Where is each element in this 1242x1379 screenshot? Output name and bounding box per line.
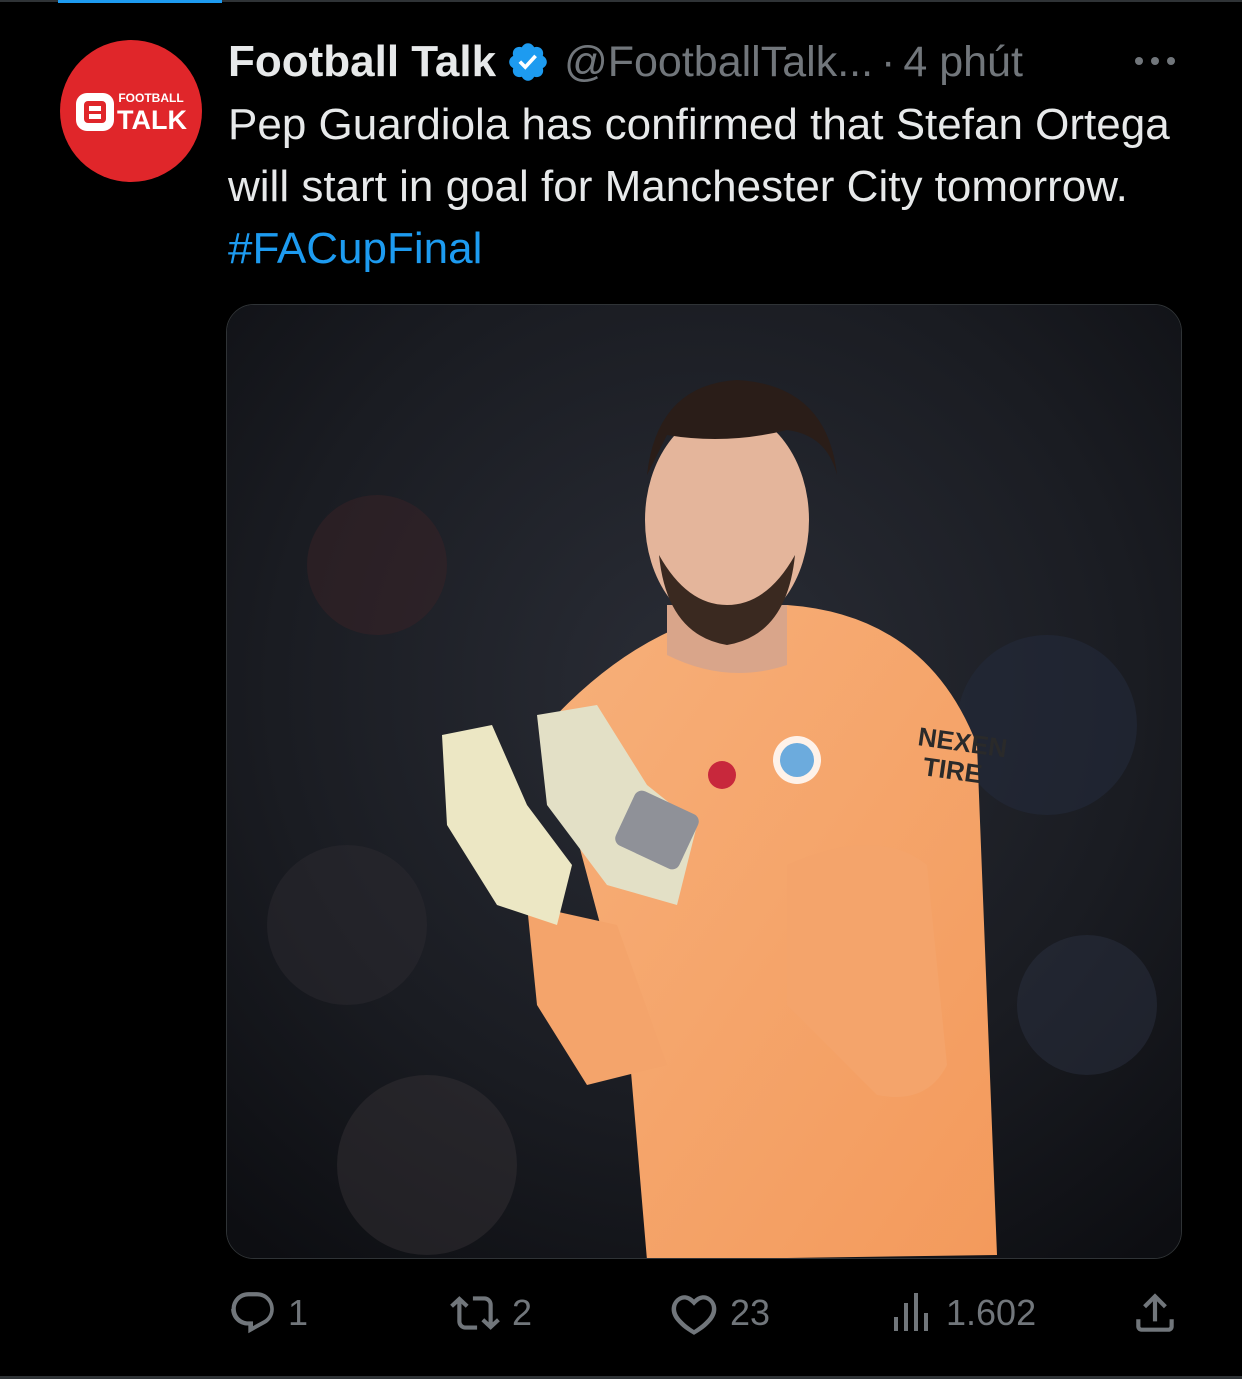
logo-large-text: TALK [117, 105, 187, 135]
tweet-header: Football Talk @FootballTalk... · 4 phút [228, 30, 1023, 94]
tweet-body: Pep Guardiola has confirmed that Stefan … [228, 100, 1170, 211]
reply-icon [228, 1288, 278, 1338]
views-button[interactable]: 1.602 [892, 1283, 1036, 1343]
repost-button[interactable]: 2 [448, 1283, 532, 1343]
hashtag-link[interactable]: #FACupFinal [228, 224, 482, 273]
repost-icon [448, 1288, 502, 1338]
active-tab-indicator [58, 0, 222, 3]
like-count: 23 [730, 1292, 771, 1333]
football-talk-logo: FOOTBALL TALK [76, 91, 187, 135]
share-icon [1130, 1288, 1180, 1338]
more-options-icon[interactable] [1132, 46, 1178, 76]
timestamp[interactable]: 4 phút [903, 38, 1023, 87]
separator: · [881, 37, 896, 86]
views-icon [892, 1288, 936, 1338]
tweet-actions-bar: 1 2 23 1.602 [228, 1283, 1180, 1343]
author-handle[interactable]: @FootballTalk... [564, 38, 873, 87]
like-icon [668, 1288, 720, 1338]
tweet-text: Pep Guardiola has confirmed that Stefan … [228, 94, 1188, 280]
logo-small-text: FOOTBALL [118, 91, 183, 105]
reply-button[interactable]: 1 [228, 1283, 308, 1343]
verified-badge-icon [506, 40, 550, 84]
share-button[interactable] [1130, 1283, 1180, 1343]
author-name[interactable]: Football Talk [228, 37, 496, 87]
tweet-media-image[interactable]: NEXEN TIRE [226, 304, 1182, 1259]
repost-count: 2 [512, 1292, 533, 1333]
like-button[interactable]: 23 [668, 1283, 770, 1343]
avatar[interactable]: FOOTBALL TALK [60, 40, 202, 182]
views-count: 1.602 [946, 1292, 1037, 1333]
reply-count: 1 [288, 1292, 309, 1333]
